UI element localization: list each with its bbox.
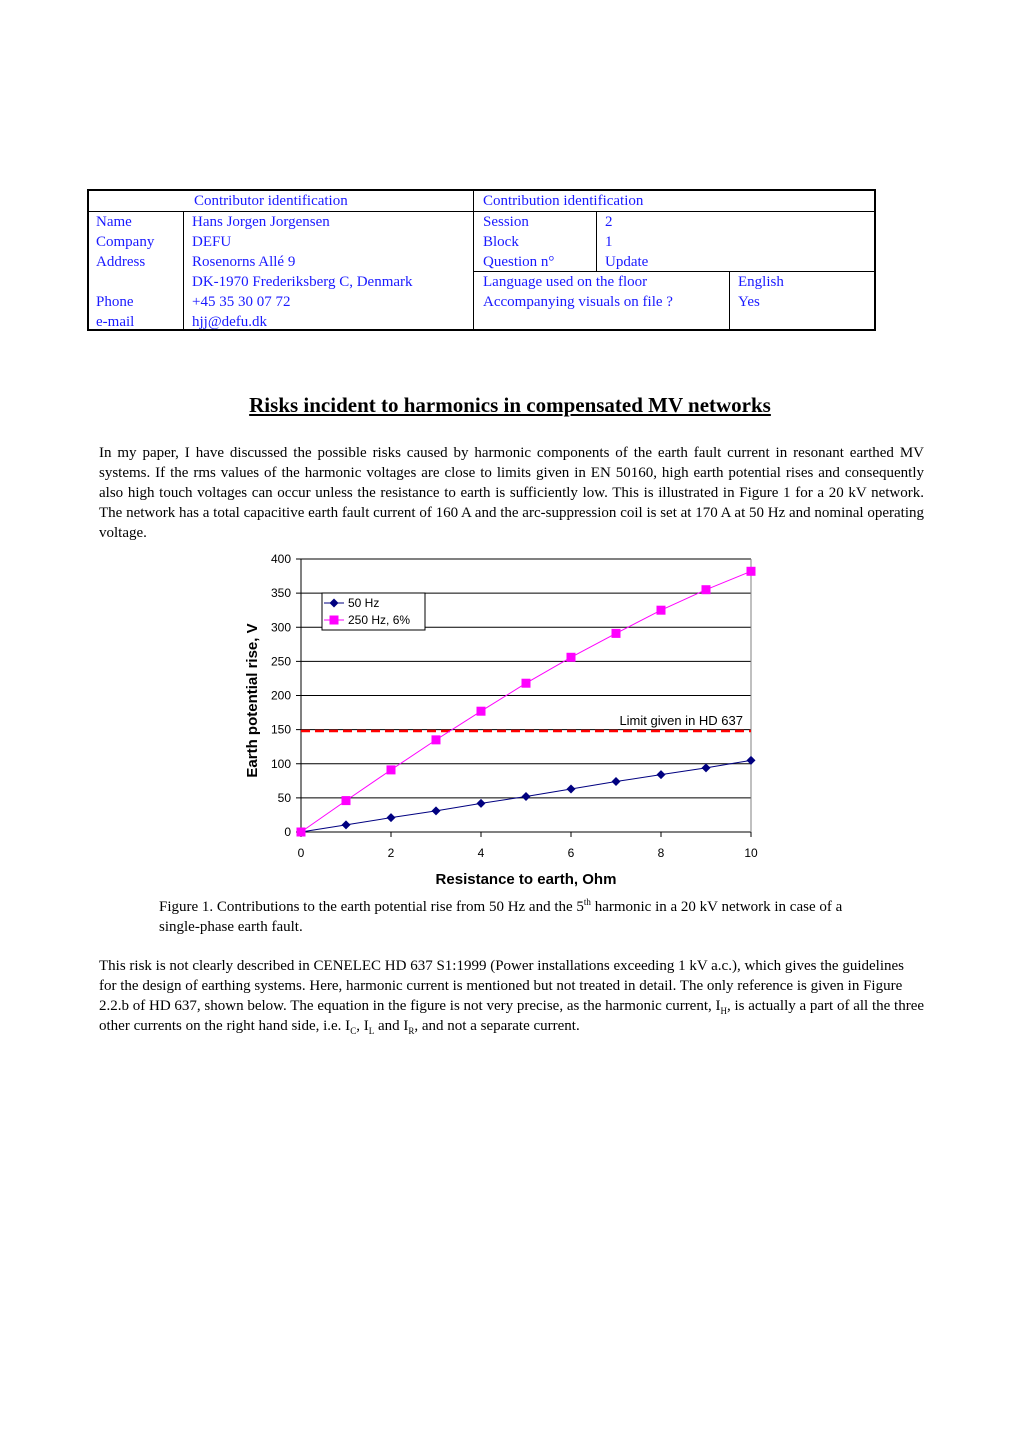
y-tick-label: 300: [271, 620, 291, 634]
legend-label: 250 Hz, 6%: [348, 613, 410, 627]
page-title: Risks incident to harmonics in compensat…: [249, 393, 771, 417]
limit-line-group: Limit given in HD 637: [301, 713, 751, 733]
table-divider: [729, 271, 730, 329]
y-tick-label: 250: [271, 654, 291, 668]
data-point: [656, 770, 666, 780]
data-point: [431, 806, 441, 816]
data-point: [329, 615, 339, 625]
y-tick-label: 50: [278, 791, 292, 805]
data-point: [296, 827, 306, 837]
value-company: DEFU: [192, 234, 232, 250]
label-question: Question n°: [483, 254, 555, 270]
data-point: [521, 792, 531, 802]
table-divider: [183, 211, 184, 329]
label-company: Company: [96, 234, 155, 250]
value-name: Hans Jorgen Jorgensen: [192, 214, 330, 230]
y-tick-label: 200: [271, 689, 291, 703]
data-point: [611, 628, 621, 638]
data-point: [701, 585, 711, 595]
series-50hz: [296, 755, 756, 837]
table-divider: [473, 191, 474, 329]
second-paragraph: This risk is not clearly described in CE…: [99, 956, 924, 1036]
x-tick-label: 2: [388, 846, 395, 860]
identification-table: Contributor identification Contribution …: [87, 189, 876, 331]
data-point: [566, 784, 576, 794]
data-point: [476, 706, 486, 716]
paragraph-text: , I: [356, 1018, 369, 1034]
label-email: e-mail: [96, 314, 135, 330]
data-point: [431, 735, 441, 745]
value-email[interactable]: hjj@defu.dk: [192, 312, 267, 332]
earth-potential-chart: 0 50 100 150 200 250 300 350 400 0 2 4 6 8 10 Limit g…: [244, 552, 758, 888]
label-phone: Phone: [96, 294, 134, 310]
legend-label: 50 Hz: [348, 596, 379, 610]
legend: 50 Hz 250 Hz, 6%: [321, 592, 426, 631]
contribution-heading: Contribution identification: [483, 193, 644, 209]
y-tick-label: 350: [271, 586, 291, 600]
y-tick-label: 100: [271, 757, 291, 771]
data-point: [341, 820, 351, 830]
label-block: Block: [483, 234, 519, 250]
x-tick-label: 6: [568, 846, 575, 860]
y-tick-label: 400: [271, 552, 291, 566]
data-point: [566, 652, 576, 662]
label-language: Language used on the floor: [483, 274, 648, 290]
data-point: [476, 798, 486, 808]
paragraph-text: and I: [374, 1018, 409, 1034]
value-language: English: [738, 274, 784, 290]
y-tick-label: 150: [271, 723, 291, 737]
figure-caption: Figure 1. Contributions to the earth pot…: [159, 897, 879, 937]
label-session: Session: [483, 214, 529, 230]
caption-superscript: th: [583, 897, 591, 907]
x-axis-label: Resistance to earth, Ohm: [436, 871, 617, 888]
caption-text-start: Figure 1. Contributions to the earth pot…: [159, 899, 584, 915]
label-address: Address: [96, 254, 146, 270]
data-point: [611, 776, 621, 786]
data-point: [386, 765, 396, 775]
table-divider: [596, 211, 597, 271]
x-tick-labels: 0 2 4 6 8 10: [298, 846, 758, 860]
label-name: Name: [96, 214, 132, 230]
value-session: 2: [605, 214, 613, 230]
value-phone: +45 35 30 07 72: [192, 294, 291, 310]
data-point: [701, 763, 711, 773]
value-question: Update: [605, 254, 649, 270]
x-tick-label: 4: [478, 846, 485, 860]
y-tick-labels: 0 50 100 150 200 250 300 350 400: [271, 552, 291, 839]
y-tick-label: 0: [284, 825, 291, 839]
x-tick-label: 8: [658, 846, 665, 860]
data-point: [656, 605, 666, 615]
data-point: [521, 678, 531, 688]
data-point: [341, 796, 351, 806]
label-visuals: Accompanying visuals on file ?: [483, 294, 673, 310]
value-block: 1: [605, 234, 613, 250]
value-visuals: Yes: [738, 294, 760, 310]
data-point: [386, 813, 396, 823]
limit-line-label: Limit given in HD 637: [619, 713, 743, 728]
data-point: [746, 566, 756, 576]
x-tick-label: 10: [744, 846, 758, 860]
y-axis-label: Earth potential rise, V: [244, 623, 261, 777]
contributor-heading: Contributor identification: [194, 193, 348, 209]
value-address: Rosenorns Allé 9: [192, 254, 296, 270]
intro-paragraph: In my paper, I have discussed the possib…: [99, 445, 924, 541]
x-tick-label: 0: [298, 846, 305, 860]
paragraph-text: , and not a separate current.: [414, 1018, 580, 1034]
value-address-line2: DK-1970 Frederiksberg C, Denmark: [192, 274, 413, 290]
